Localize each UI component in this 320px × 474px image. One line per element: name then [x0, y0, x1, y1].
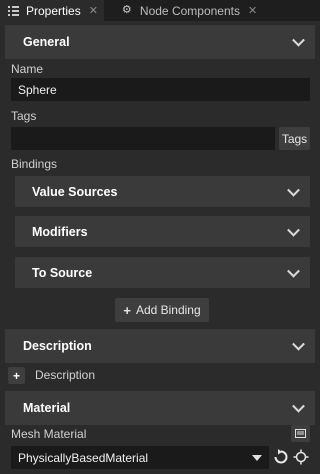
section-title: Modifiers — [32, 224, 88, 239]
plus-icon: + — [12, 368, 20, 383]
section-title: Description — [23, 339, 92, 353]
bindings-label: Bindings — [11, 157, 58, 171]
close-icon[interactable]: ✕ — [89, 4, 98, 17]
section-title: General — [23, 35, 70, 49]
reset-icon[interactable] — [273, 449, 289, 465]
name-label: Name — [11, 62, 44, 76]
add-binding-label: Add Binding — [135, 303, 201, 317]
plus-icon: + — [123, 302, 131, 318]
section-title: Value Sources — [32, 184, 118, 199]
mesh-material-label: Mesh Material — [11, 427, 87, 441]
tab-properties[interactable]: Properties ✕ — [0, 0, 104, 21]
close-icon[interactable]: ✕ — [248, 4, 257, 17]
add-description-button[interactable]: + — [8, 367, 25, 384]
description-label: Description — [35, 368, 96, 382]
section-title: To Source — [32, 265, 93, 280]
section-title: Material — [23, 401, 71, 415]
tab-properties-label: Properties — [26, 3, 81, 18]
name-field[interactable]: Sphere — [11, 78, 310, 101]
add-binding-button[interactable]: + Add Binding — [115, 298, 209, 322]
general-section-header[interactable]: General — [5, 25, 315, 59]
chevron-down-icon — [252, 455, 262, 461]
target-picker-icon[interactable] — [293, 449, 309, 465]
mesh-material-dropdown[interactable]: PhysicallyBasedMaterial — [11, 446, 269, 469]
tab-bar: Properties ✕ ⚙ Node Components ✕ — [0, 0, 320, 21]
tags-button[interactable]: Tags — [279, 127, 310, 150]
tab-node-components-label: Node Components — [139, 3, 240, 18]
tags-label: Tags — [11, 109, 37, 123]
material-section-header[interactable]: Material — [5, 391, 315, 425]
chevron-down-icon — [292, 399, 305, 413]
mesh-material-value: PhysicallyBasedMaterial — [18, 450, 149, 465]
chevron-down-icon — [292, 33, 305, 47]
chevron-down-icon — [287, 183, 300, 197]
tags-input[interactable] — [11, 127, 275, 150]
browse-material-button[interactable] — [291, 425, 310, 442]
to-source-header[interactable]: To Source — [15, 257, 310, 288]
list-panel-icon — [295, 429, 306, 438]
list-icon — [8, 5, 19, 16]
modifiers-header[interactable]: Modifiers — [15, 216, 310, 247]
chevron-down-icon — [292, 337, 305, 351]
description-section-header[interactable]: Description — [5, 329, 315, 363]
chevron-down-icon — [287, 264, 300, 278]
value-sources-header[interactable]: Value Sources — [15, 176, 310, 207]
chevron-down-icon — [287, 223, 300, 237]
tab-node-components[interactable]: ⚙ Node Components ✕ — [114, 0, 263, 21]
nodes-icon: ⚙ — [121, 4, 132, 16]
